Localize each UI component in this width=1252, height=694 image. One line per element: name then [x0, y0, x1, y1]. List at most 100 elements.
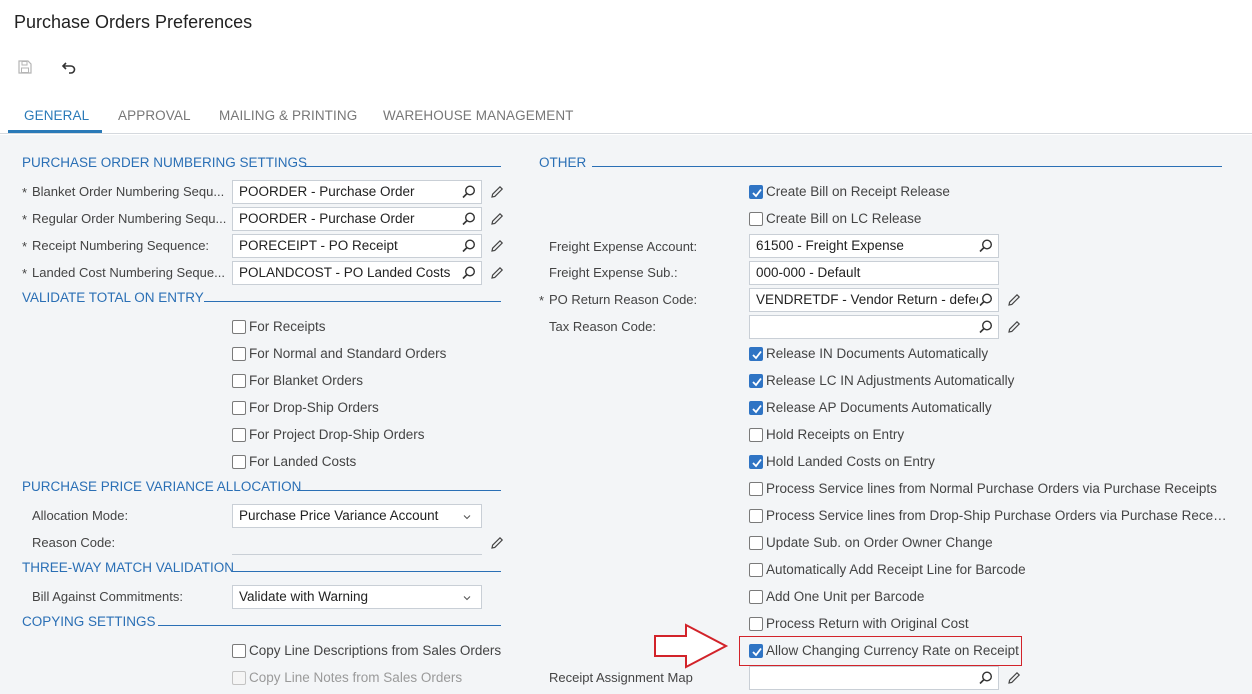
- active-tab-indicator: [8, 130, 102, 133]
- receipt-sequence-value: PORECEIPT - PO Receipt: [239, 238, 398, 253]
- allocation-mode-label: Allocation Mode:: [32, 508, 129, 523]
- edit-pencil-icon[interactable]: [1006, 670, 1022, 686]
- checkbox-label: Hold Landed Costs on Entry: [766, 454, 935, 469]
- allocation-mode-value: Purchase Price Variance Account: [239, 508, 439, 523]
- checkbox-allow-changing-currency-rate[interactable]: [749, 644, 763, 658]
- checkbox-label: For Landed Costs: [249, 454, 357, 469]
- tab-general[interactable]: GENERAL: [24, 98, 89, 134]
- check-icon: [752, 188, 762, 198]
- required-marker: *: [22, 185, 28, 200]
- section-divider: [232, 571, 501, 572]
- checkbox-hold-receipts-on-entry[interactable]: [749, 428, 763, 442]
- checkbox-hold-landed-costs-on-entry[interactable]: [749, 455, 763, 469]
- search-icon[interactable]: [978, 670, 994, 686]
- freight-expense-account-label: Freight Expense Account:: [549, 239, 698, 254]
- checkbox-label: Process Service lines from Normal Purcha…: [766, 481, 1217, 496]
- regular-sequence-value: POORDER - Purchase Order: [239, 211, 415, 226]
- annotation-arrow-icon: [654, 623, 729, 669]
- save-icon[interactable]: [14, 56, 36, 78]
- checkbox-copy-line-notes[interactable]: [232, 671, 246, 685]
- search-icon[interactable]: [461, 265, 477, 281]
- tab-approval[interactable]: APPROVAL: [118, 98, 191, 134]
- tab-mailing-printing[interactable]: MAILING & PRINTING: [219, 98, 357, 134]
- check-icon: [752, 458, 762, 468]
- checkbox-for-normal-standard-orders[interactable]: [232, 347, 246, 361]
- section-validate-header: VALIDATE TOTAL ON ENTRY: [22, 290, 204, 305]
- freight-expense-account-value: 61500 - Freight Expense: [756, 238, 904, 253]
- checkbox-process-service-normal-po[interactable]: [749, 482, 763, 496]
- checkbox-copy-line-descriptions[interactable]: [232, 644, 246, 658]
- search-icon[interactable]: [461, 211, 477, 227]
- checkbox-for-landed-costs[interactable]: [232, 455, 246, 469]
- checkbox-process-return-original-cost[interactable]: [749, 617, 763, 631]
- reason-code-field[interactable]: [232, 531, 482, 555]
- section-numbering-header: PURCHASE ORDER NUMBERING SETTINGS: [22, 155, 308, 170]
- allocation-mode-select[interactable]: Purchase Price Variance Account: [232, 504, 482, 528]
- freight-expense-sub-label: Freight Expense Sub.:: [549, 265, 678, 280]
- receipt-assignment-map-field[interactable]: [749, 666, 999, 690]
- search-icon[interactable]: [978, 238, 994, 254]
- section-other-header: OTHER: [539, 155, 587, 170]
- landed-sequence-label: Landed Cost Numbering Seque...: [32, 265, 225, 280]
- tax-reason-code-field[interactable]: [749, 315, 999, 339]
- bill-against-commitments-value: Validate with Warning: [239, 589, 369, 604]
- checkbox-label: For Receipts: [249, 319, 326, 334]
- undo-icon[interactable]: [58, 56, 80, 78]
- search-icon[interactable]: [978, 292, 994, 308]
- checkbox-release-lc-in-adjustments[interactable]: [749, 374, 763, 388]
- blanket-sequence-field[interactable]: POORDER - Purchase Order: [232, 180, 482, 204]
- checkbox-label: Release IN Documents Automatically: [766, 346, 989, 361]
- reason-code-label: Reason Code:: [32, 535, 116, 550]
- checkbox-for-drop-ship-orders[interactable]: [232, 401, 246, 415]
- tab-warehouse-management[interactable]: WAREHOUSE MANAGEMENT: [383, 98, 574, 134]
- freight-expense-sub-value: 000-000 - Default: [756, 265, 861, 280]
- freight-expense-sub-field[interactable]: 000-000 - Default: [749, 261, 999, 285]
- checkbox-create-bill-on-receipt-release[interactable]: [749, 185, 763, 199]
- regular-sequence-field[interactable]: POORDER - Purchase Order: [232, 207, 482, 231]
- check-icon: [752, 647, 762, 657]
- section-divider: [302, 166, 501, 167]
- checkbox-release-ap-documents[interactable]: [749, 401, 763, 415]
- chevron-down-icon: [463, 515, 471, 520]
- edit-pencil-icon[interactable]: [1006, 319, 1022, 335]
- checkbox-for-blanket-orders[interactable]: [232, 374, 246, 388]
- checkbox-process-service-drop-ship-po[interactable]: [749, 509, 763, 523]
- bill-against-commitments-select[interactable]: Validate with Warning: [232, 585, 482, 609]
- edit-pencil-icon[interactable]: [489, 238, 505, 254]
- checkbox-label: Process Return with Original Cost: [766, 616, 969, 631]
- section-copying-header: COPYING SETTINGS: [22, 614, 156, 629]
- checkbox-for-receipts[interactable]: [232, 320, 246, 334]
- edit-pencil-icon[interactable]: [489, 265, 505, 281]
- search-icon[interactable]: [461, 238, 477, 254]
- checkbox-label: Release AP Documents Automatically: [766, 400, 992, 415]
- edit-pencil-icon[interactable]: [489, 184, 505, 200]
- blanket-sequence-value: POORDER - Purchase Order: [239, 184, 415, 199]
- checkbox-for-project-drop-ship-orders[interactable]: [232, 428, 246, 442]
- checkbox-label: For Project Drop-Ship Orders: [249, 427, 425, 442]
- section-divider: [158, 625, 501, 626]
- checkbox-update-sub-on-owner-change[interactable]: [749, 536, 763, 550]
- section-divider: [204, 301, 501, 302]
- section-divider: [592, 166, 1222, 167]
- checkbox-label: Update Sub. on Order Owner Change: [766, 535, 993, 550]
- po-return-reason-field[interactable]: VENDRETDF - Vendor Return - defect: [749, 288, 999, 312]
- checkbox-add-one-unit-per-barcode[interactable]: [749, 590, 763, 604]
- landed-sequence-field[interactable]: POLANDCOST - PO Landed Costs: [232, 261, 482, 285]
- landed-sequence-value: POLANDCOST - PO Landed Costs: [239, 265, 451, 280]
- required-marker: *: [539, 293, 545, 308]
- edit-pencil-icon[interactable]: [489, 535, 505, 551]
- checkbox-label: Hold Receipts on Entry: [766, 427, 905, 442]
- checkbox-release-in-documents[interactable]: [749, 347, 763, 361]
- check-icon: [752, 404, 762, 414]
- edit-pencil-icon[interactable]: [1006, 292, 1022, 308]
- edit-pencil-icon[interactable]: [489, 211, 505, 227]
- checkbox-auto-add-receipt-line[interactable]: [749, 563, 763, 577]
- receipt-sequence-field[interactable]: PORECEIPT - PO Receipt: [232, 234, 482, 258]
- checkbox-label: Release LC IN Adjustments Automatically: [766, 373, 1015, 388]
- checkbox-create-bill-on-lc-release[interactable]: [749, 212, 763, 226]
- freight-expense-account-field[interactable]: 61500 - Freight Expense: [749, 234, 999, 258]
- search-icon[interactable]: [461, 184, 477, 200]
- check-icon: [752, 350, 762, 360]
- checkbox-label: Copy Line Descriptions from Sales Orders: [249, 643, 502, 658]
- search-icon[interactable]: [978, 319, 994, 335]
